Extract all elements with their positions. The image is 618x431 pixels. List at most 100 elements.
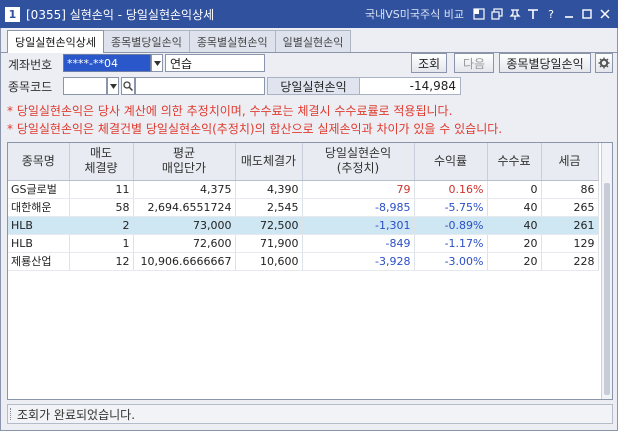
cell-name: 대한해운 — [8, 198, 70, 217]
account-name-field: 연습 — [165, 54, 265, 72]
cell-pnl: -849 — [302, 234, 415, 253]
tab-daily-pnl-by-stock[interactable]: 종목별당일손익 — [102, 30, 190, 52]
col-header-name[interactable]: 종목명 — [8, 143, 70, 181]
note-line-2: * 당일실현손익은 체결건별 당일실현손익(추정치)의 합산으로 실제손익과 차… — [7, 122, 503, 136]
cell-pnl: 79 — [302, 180, 415, 199]
pnl-table-body: 종목명 매도 체결량 평균 매입단가 매도체결가 당일실현손익 (추정치) 수익률 수… — [8, 143, 599, 271]
cell-tax: 228 — [541, 252, 599, 271]
col-header-name-1: 종목명 — [21, 153, 55, 168]
col-header-sell-price-1: 매도체결가 — [240, 153, 297, 168]
status-bar: 조회가 완료되었습니다. — [7, 404, 613, 424]
col-header-sell-price[interactable]: 매도체결가 — [235, 143, 303, 181]
next-button[interactable]: 다음 — [454, 53, 494, 73]
summary-value: -14,984 — [360, 77, 461, 95]
cell-sell-price: 4,390 — [235, 180, 303, 199]
cell-fee: 20 — [487, 252, 542, 271]
table-row[interactable]: HLB 1 72,600 71,900 -849 -1.17% 20 129 — [8, 234, 599, 253]
chevron-down-icon — [153, 60, 161, 66]
col-header-fee-1: 수수료 — [497, 153, 531, 168]
title-controls: 국내VS미국주식 비교 ? — [365, 0, 612, 28]
cell-sell-qty: 1 — [69, 234, 134, 253]
cell-name: HLB — [8, 234, 70, 253]
cell-pnl: -3,928 — [302, 252, 415, 271]
col-header-sell-qty[interactable]: 매도 체결량 — [69, 143, 134, 181]
table-row[interactable]: 제룡산업 12 10,906.6666667 10,600 -3,928 -3.00% 20… — [8, 252, 599, 271]
note-line-1: * 당일실현손익은 당사 계산에 의한 추정치이며, 수수료는 체결시 수수료률… — [7, 104, 453, 118]
close-icon[interactable] — [598, 7, 612, 21]
col-header-avg-price-1: 평균 — [172, 146, 196, 161]
tab-realized-by-stock[interactable]: 종목별실현손익 — [188, 30, 276, 52]
minimize-icon[interactable] — [562, 7, 576, 21]
status-grip — [10, 408, 13, 420]
status-message: 조회가 완료되었습니다. — [17, 407, 136, 422]
pin-icon[interactable] — [508, 7, 522, 21]
screen-copy-icon[interactable] — [472, 7, 486, 21]
compare-link[interactable]: 국내VS미국주식 비교 — [365, 6, 464, 22]
cell-sell-qty: 2 — [69, 216, 134, 235]
cell-fee: 0 — [487, 180, 542, 199]
cell-sell-price: 10,600 — [235, 252, 303, 271]
account-dropdown-button[interactable] — [151, 54, 163, 72]
table-row[interactable]: GS글로벌 11 4,375 4,390 79 0.16% 0 86 — [8, 180, 599, 199]
cell-rate: -3.00% — [414, 252, 488, 271]
cell-tax: 261 — [541, 216, 599, 235]
maximize-icon[interactable] — [580, 7, 594, 21]
col-header-tax[interactable]: 세금 — [541, 143, 599, 181]
cell-name: HLB — [8, 216, 70, 235]
col-header-pnl-2: (추정치) — [336, 161, 380, 176]
by-stock-daily-button[interactable]: 종목별당일손익 — [499, 53, 591, 73]
search-icon — [123, 81, 133, 91]
cell-name: 제룡산업 — [8, 252, 70, 271]
help-icon[interactable]: ? — [544, 7, 558, 21]
new-window-icon[interactable] — [490, 7, 504, 21]
table-row[interactable]: 대한해운 58 2,694.6551724 2,545 -8,985 -5.75% 40 26… — [8, 198, 599, 217]
tab-realized-by-day[interactable]: 일별실현손익 — [274, 30, 352, 52]
cell-fee: 40 — [487, 198, 542, 217]
cell-rate: 0.16% — [414, 180, 488, 199]
settings-button[interactable] — [595, 53, 613, 73]
stock-code-dropdown-button[interactable] — [107, 77, 119, 95]
col-header-rate-1: 수익률 — [433, 153, 468, 168]
col-header-tax-1: 세금 — [558, 153, 581, 168]
scrollbar-thumb[interactable] — [604, 183, 610, 395]
cell-fee: 40 — [487, 216, 542, 235]
cell-pnl: -8,985 — [302, 198, 415, 217]
col-header-pnl[interactable]: 당일실현손익 (추정치) — [302, 143, 415, 181]
account-number-field[interactable]: ****-**04 — [63, 54, 151, 72]
col-header-rate[interactable]: 수익률 — [414, 143, 488, 181]
cell-name: GS글로벌 — [8, 180, 70, 199]
cell-sell-price: 2,545 — [235, 198, 303, 217]
table-row[interactable]: HLB 2 73,000 72,500 -1,301 -0.89% 40 261 — [8, 216, 599, 235]
stock-search-button[interactable] — [121, 77, 135, 95]
col-header-avg-price[interactable]: 평균 매입단가 — [133, 143, 236, 181]
cell-fee: 20 — [487, 234, 542, 253]
col-header-fee[interactable]: 수수료 — [487, 143, 542, 181]
pnl-table: 종목명 매도 체결량 평균 매입단가 매도체결가 당일실현손익 (추정치) 수익률 수… — [7, 142, 613, 400]
tab-bar: 당일실현손익상세 종목별당일손익 종목별실현손익 일별실현손익 — [7, 30, 352, 53]
cell-pnl: -1,301 — [302, 216, 415, 235]
stock-name-field — [135, 77, 265, 95]
cell-sell-qty: 11 — [69, 180, 134, 199]
table-header-row: 종목명 매도 체결량 평균 매입단가 매도체결가 당일실현손익 (추정치) 수익률 수… — [8, 143, 599, 181]
stock-code-field[interactable] — [63, 77, 107, 95]
cell-sell-qty: 58 — [69, 198, 134, 217]
cell-tax: 265 — [541, 198, 599, 217]
cell-rate: -5.75% — [414, 198, 488, 217]
query-button[interactable]: 조회 — [411, 53, 447, 73]
cell-sell-qty: 12 — [69, 252, 134, 271]
cell-sell-price: 71,900 — [235, 234, 303, 253]
gear-icon — [598, 57, 610, 69]
cell-avg-price: 2,694.6551724 — [133, 198, 236, 217]
text-size-icon[interactable] — [526, 7, 540, 21]
cell-rate: -0.89% — [414, 216, 488, 235]
vertical-scrollbar[interactable] — [601, 143, 612, 399]
col-header-avg-price-2: 매입단가 — [161, 161, 207, 176]
col-header-sell-qty-2: 체결량 — [84, 161, 118, 176]
window-number-badge: 1 — [5, 6, 20, 22]
main-panel: 당일실현손익상세 종목별당일손익 종목별실현손익 일별실현손익 계좌번호 ***… — [0, 28, 618, 431]
tab-daily-realized-detail[interactable]: 당일실현손익상세 — [7, 30, 104, 53]
cell-avg-price: 4,375 — [133, 180, 236, 199]
col-header-pnl-1: 당일실현손익 — [324, 146, 392, 161]
cell-sell-price: 72,500 — [235, 216, 303, 235]
col-header-sell-qty-1: 매도 — [89, 146, 113, 161]
